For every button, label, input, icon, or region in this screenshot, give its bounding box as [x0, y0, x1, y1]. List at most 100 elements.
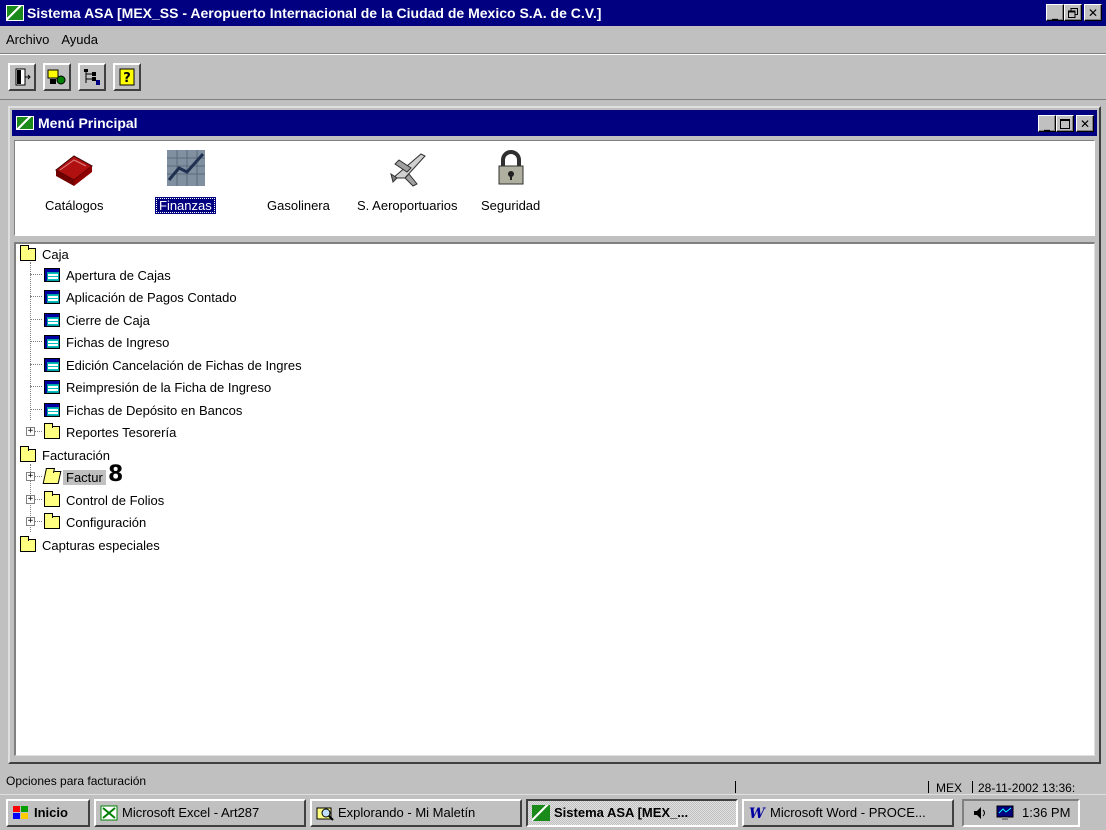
- status-message: Opciones para facturación: [6, 774, 147, 788]
- help-button[interactable]: ?: [113, 63, 141, 91]
- main-menu-title-bar[interactable]: Menú Principal _ ✕: [12, 110, 1097, 136]
- form-icon: [44, 358, 60, 372]
- task-explorer[interactable]: Explorando - Mi Maletín: [310, 798, 522, 827]
- tree-node-label: Factur: [63, 469, 106, 485]
- module-s-aeroportuarios[interactable]: S. Aeroportuarios: [353, 147, 461, 214]
- form-icon: [44, 290, 60, 304]
- menu-archivo[interactable]: Archivo: [6, 32, 49, 47]
- status-datetime: 28-11-2002 13:36:: [978, 781, 1076, 795]
- tree-node-facturacion[interactable]: Facturación: [20, 445, 113, 465]
- tree-item-label: Fichas de Depósito en Bancos: [66, 402, 243, 418]
- tree-item-fichas-deposito[interactable]: Fichas de Depósito en Bancos: [44, 400, 245, 420]
- tree-node-capturas-especiales[interactable]: Capturas especiales: [20, 535, 163, 555]
- folder-icon: [44, 512, 60, 529]
- form-icon: [44, 268, 60, 282]
- tree-node-caja[interactable]: Caja: [20, 244, 72, 264]
- app-title-bar[interactable]: Sistema ASA [MEX_SS - Aeropuerto Interna…: [0, 0, 1106, 26]
- minimize-button[interactable]: _: [1046, 4, 1064, 21]
- tree-node-label: Capturas especiales: [42, 537, 160, 553]
- tree-icon: [84, 69, 100, 85]
- folder-icon: [44, 422, 60, 439]
- tree-item-apertura-de-cajas[interactable]: Apertura de Cajas: [44, 265, 174, 285]
- expand-toggle-control-folios[interactable]: +: [26, 495, 35, 504]
- tree-connector: [30, 364, 42, 365]
- tree-item-label: Reimpresión de la Ficha de Ingreso: [66, 379, 272, 395]
- status-separator: [735, 781, 736, 793]
- task-label: Microsoft Word - PROCE...: [770, 805, 926, 820]
- exit-icon: [15, 68, 31, 86]
- task-excel[interactable]: Microsoft Excel - Art287: [94, 798, 306, 827]
- task-label: Sistema ASA [MEX_...: [554, 805, 689, 820]
- connection-button[interactable]: [43, 63, 71, 91]
- expand-toggle-reportes[interactable]: +: [26, 427, 35, 436]
- tree-connector: [30, 341, 42, 342]
- status-bar: Opciones para facturación MEX 28-11-2002…: [0, 771, 1106, 795]
- window-caption-buttons: _ ✕: [1046, 4, 1102, 21]
- maximize-icon: [1060, 118, 1070, 129]
- child-close-button[interactable]: ✕: [1076, 115, 1094, 132]
- module-seguridad[interactable]: Seguridad: [477, 147, 544, 214]
- system-tray: 1:36 PM: [962, 798, 1081, 827]
- child-caption-buttons: _ ✕: [1038, 115, 1094, 132]
- task-label: Microsoft Excel - Art287: [122, 805, 260, 820]
- tree-node-label: Control de Folios: [66, 492, 165, 508]
- tree-item-label: Edición Cancelación de Fichas de Ingres: [66, 357, 302, 373]
- tree-node-label: Reportes Tesorería: [66, 424, 177, 440]
- module-label: Gasolinera: [267, 198, 330, 213]
- tree-item-label: Apertura de Cajas: [66, 267, 171, 283]
- tree-connector: [30, 386, 42, 387]
- tree-node-label: Caja: [42, 246, 69, 262]
- tree-item-cierre-de-caja[interactable]: Cierre de Caja: [44, 310, 153, 330]
- module-label: Seguridad: [481, 198, 541, 213]
- form-icon: [44, 403, 60, 417]
- expand-toggle-configuracion[interactable]: +: [26, 517, 35, 526]
- task-sistema-asa[interactable]: Sistema ASA [MEX_...: [526, 798, 738, 827]
- speaker-icon[interactable]: [972, 805, 988, 821]
- svg-text:?: ?: [123, 71, 131, 86]
- folder-icon: [20, 445, 36, 462]
- child-maximize-button[interactable]: [1056, 115, 1074, 132]
- tree-item-aplicacion-de-pagos[interactable]: Aplicación de Pagos Contado: [44, 287, 240, 307]
- restore-button[interactable]: [1064, 4, 1082, 21]
- tree-node-reportes-tesoreria[interactable]: Reportes Tesorería: [44, 422, 179, 442]
- module-gasolinera[interactable]: Gasolinera: [263, 147, 334, 214]
- taskbar: Inicio Microsoft Excel - Art287 Exploran…: [0, 794, 1106, 830]
- tree-connector: [30, 296, 42, 297]
- cursor-step-marker: 8: [108, 462, 124, 487]
- tree-connector: [30, 319, 42, 320]
- task-word[interactable]: W Microsoft Word - PROCE...: [742, 798, 954, 827]
- toolbar: ?: [0, 55, 1106, 100]
- menu-bar: Archivo Ayuda: [0, 26, 1106, 54]
- folder-icon: [20, 535, 36, 552]
- asa-window-icon[interactable]: [16, 116, 34, 130]
- child-minimize-button[interactable]: _: [1038, 115, 1056, 132]
- menu-tree: Caja Apertura de Cajas Aplicación de Pag…: [14, 242, 1095, 756]
- start-button[interactable]: Inicio: [6, 798, 90, 827]
- explorer-icon: [316, 807, 334, 821]
- tree-node-label: Configuración: [66, 514, 147, 530]
- finance-chart-icon: [161, 147, 209, 189]
- tree-item-reimpresion-ficha[interactable]: Reimpresión de la Ficha de Ingreso: [44, 377, 274, 397]
- monitor-icon[interactable]: [996, 805, 1014, 821]
- excel-icon: [100, 805, 118, 820]
- asa-app-icon[interactable]: [6, 5, 24, 21]
- expand-toggle-factur[interactable]: +: [26, 472, 35, 481]
- menu-ayuda[interactable]: Ayuda: [61, 32, 98, 47]
- module-label: Finanzas: [155, 197, 216, 214]
- windows-logo-icon: [13, 805, 28, 819]
- module-finanzas[interactable]: Finanzas: [155, 147, 216, 214]
- exit-button[interactable]: [8, 63, 36, 91]
- airplane-icon: [383, 147, 431, 189]
- status-user-code: MEX: [936, 781, 963, 795]
- tree-node-factur[interactable]: Factur: [42, 467, 106, 487]
- module-catalogos[interactable]: Catálogos: [41, 147, 108, 214]
- status-separator: [928, 781, 929, 793]
- tree-item-fichas-de-ingreso[interactable]: Fichas de Ingreso: [44, 332, 172, 352]
- connection-icon: [47, 69, 66, 85]
- tree-node-control-de-folios[interactable]: Control de Folios: [44, 490, 167, 510]
- folder-icon: [44, 490, 60, 507]
- close-button[interactable]: ✕: [1084, 4, 1102, 21]
- tree-item-edicion-cancelacion[interactable]: Edición Cancelación de Fichas de Ingres: [44, 355, 305, 375]
- tree-node-configuracion[interactable]: Configuración: [44, 512, 149, 532]
- tree-view-button[interactable]: [78, 63, 106, 91]
